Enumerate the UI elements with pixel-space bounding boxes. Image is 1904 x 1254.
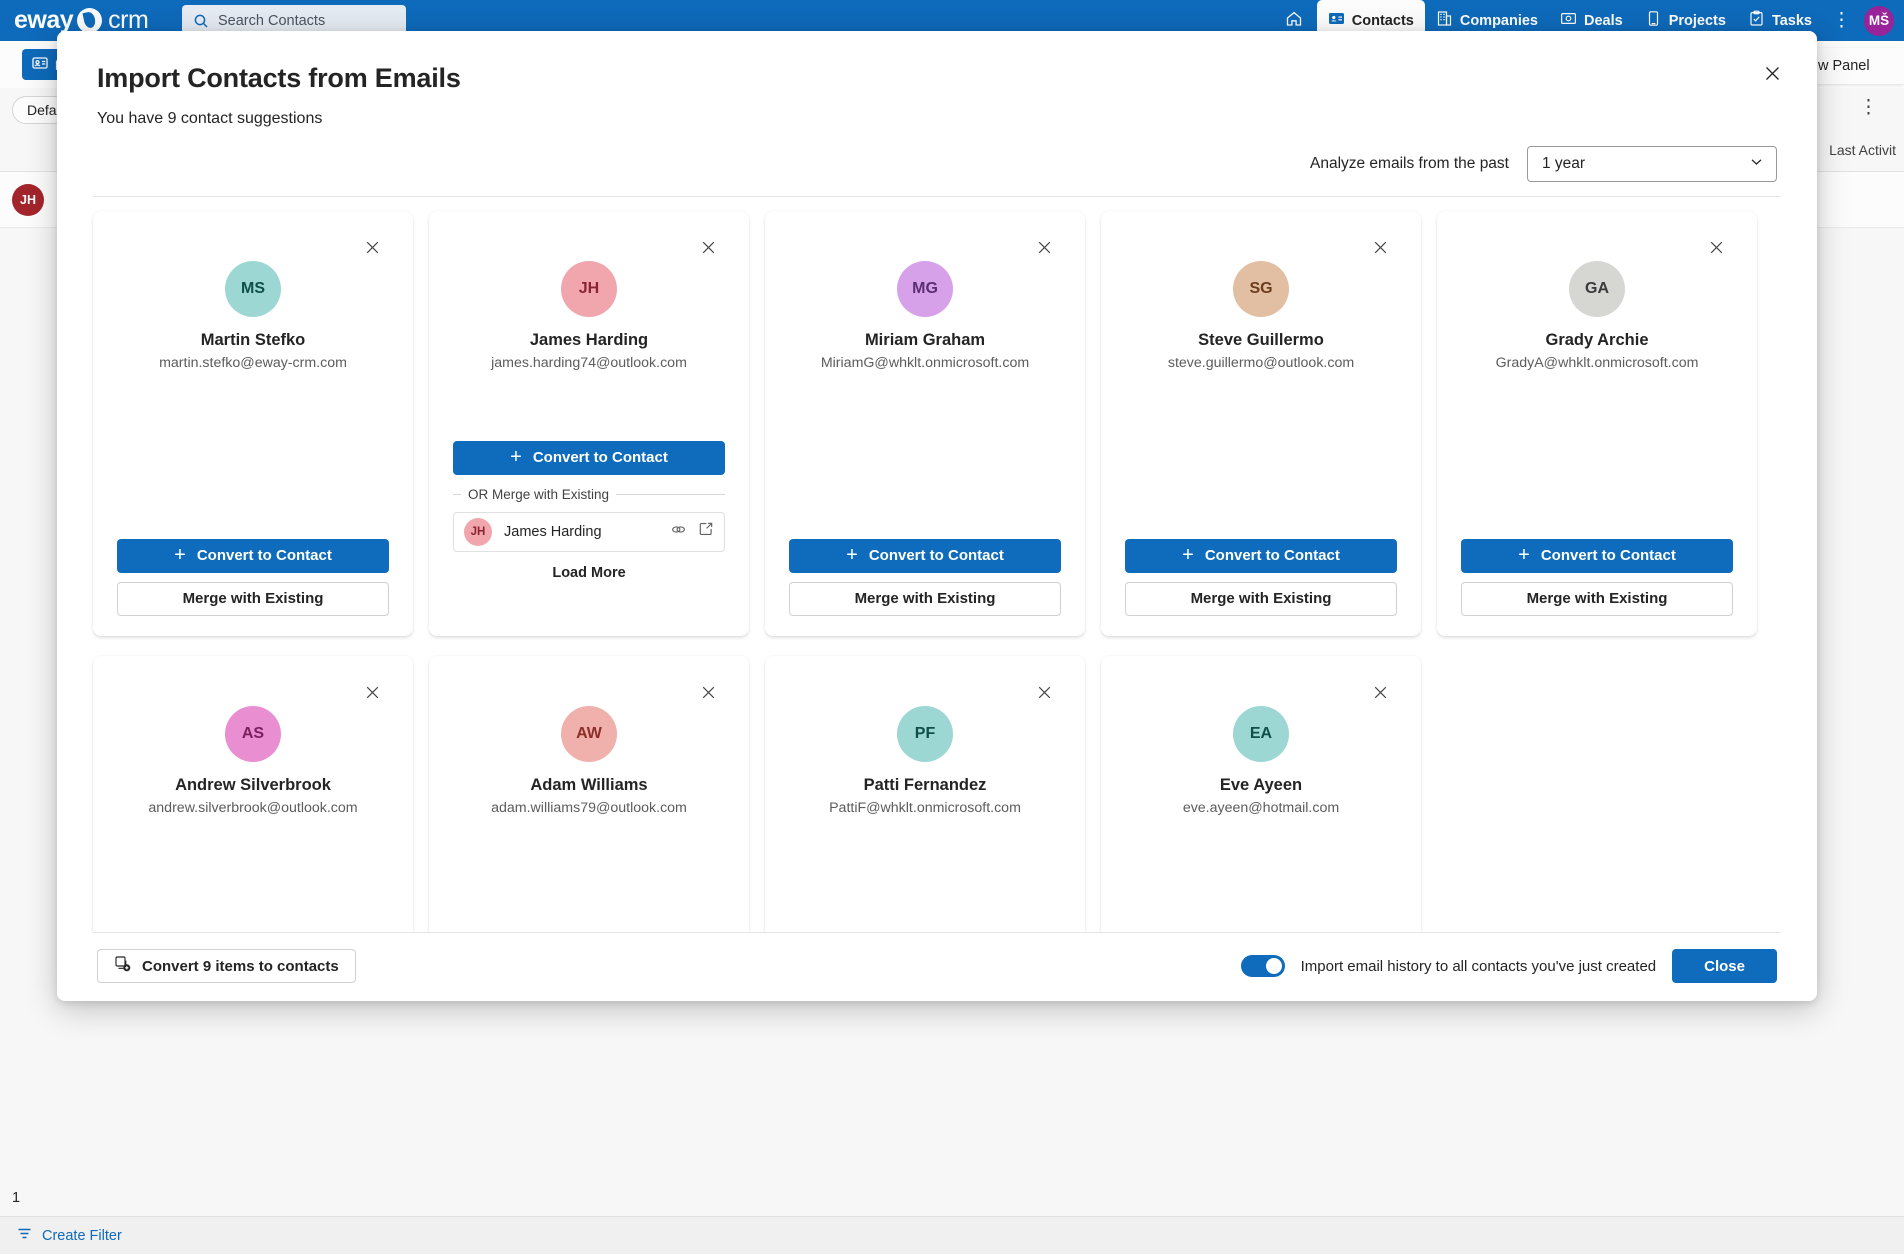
dialog-subtitle: You have 9 contact suggestions [97,110,323,127]
avatar: EA [1233,705,1289,762]
contact-suggestion-card: MG Miriam Graham MiriamG@whklt.onmicroso… [765,210,1085,636]
merge-with-existing-button[interactable]: Merge with Existing [1125,581,1397,616]
dismiss-suggestion-icon[interactable] [697,237,719,259]
contact-email: andrew.silverbrook@outlook.com [148,799,358,816]
import-contacts-dialog: Import Contacts from Emails You have 9 c… [57,31,1817,1001]
merge-with-existing-button[interactable]: Merge with Existing [117,581,389,616]
plus-icon: + [1182,543,1194,566]
plus-icon: + [174,543,186,566]
analyze-period-row: Analyze emails from the past 1 year [57,128,1817,182]
analyze-period-select[interactable]: 1 year [1527,146,1777,182]
contact-suggestion-card: MS Martin Stefko martin.stefko@eway-crm.… [93,210,413,636]
dismiss-suggestion-icon[interactable] [1369,237,1391,259]
contact-email: GradyA@whklt.onmicrosoft.com [1495,354,1699,371]
convert-to-contact-label: Convert to Contact [1204,547,1340,565]
convert-all-button[interactable]: Convert 9 items to contacts [97,949,356,983]
avatar: AW [561,705,617,762]
link-icon[interactable] [670,521,687,543]
dismiss-suggestion-icon[interactable] [1033,682,1055,704]
merge-candidate-name: James Harding [504,523,602,540]
contact-name: Patti Fernandez [863,775,987,794]
dismiss-suggestion-icon[interactable] [1705,237,1727,259]
convert-to-contact-label: Convert to Contact [532,449,668,467]
merge-with-existing-button[interactable]: Merge with Existing [1461,581,1733,616]
close-icon[interactable] [1755,56,1789,90]
avatar: PF [897,705,953,762]
dismiss-suggestion-icon[interactable] [361,237,383,259]
contact-name: Miriam Graham [864,330,986,349]
contact-email: steve.guillermo@outlook.com [1167,354,1355,371]
dialog-header: Import Contacts from Emails You have 9 c… [57,31,1817,128]
contact-suggestion-card: SG Steve Guillermo steve.guillermo@outlo… [1101,210,1421,636]
plus-icon: + [510,445,522,468]
avatar: AS [225,705,281,762]
merge-candidate-actions [670,521,714,543]
footer-right-group: Import email history to all contacts you… [1240,949,1777,983]
page-title: Import Contacts from Emails [97,63,461,93]
contact-name: Martin Stefko [200,330,306,349]
merge-legend-label: OR Merge with Existing [468,486,610,502]
suggestions-scroll-area[interactable]: MS Martin Stefko martin.stefko@eway-crm.… [57,196,1817,932]
legend-line-right [616,493,725,495]
merge-with-existing-button[interactable]: Merge with Existing [789,581,1061,616]
import-email-history-toggle[interactable] [1240,955,1285,977]
analyze-period-value: 1 year [1542,155,1586,172]
import-email-history-label: Import email history to all contacts you… [1300,957,1657,975]
dismiss-suggestion-icon[interactable] [1369,682,1391,704]
dismiss-suggestion-icon[interactable] [697,682,719,704]
contact-email: adam.williams79@outlook.com [491,799,687,816]
avatar: MS [225,260,281,317]
plus-icon: + [1518,543,1530,566]
contact-name: Steve Guillermo [1198,330,1324,349]
plus-icon: + [846,543,858,566]
contact-name: Adam Williams [530,775,648,794]
convert-to-contact-label: Convert to Contact [1540,547,1676,565]
contact-suggestion-card: AW Adam Williams adam.williams79@outlook… [429,655,749,932]
contact-suggestion-card: EA Eve Ayeen eve.ayeen@hotmail.com +Conv… [1101,655,1421,932]
convert-to-contact-button[interactable]: + Convert to Contact [1125,538,1397,573]
open-in-new-window-icon[interactable] [698,521,714,542]
avatar: JH [464,517,492,546]
contact-name: Eve Ayeen [1219,775,1303,794]
avatar: JH [561,260,617,317]
contact-suggestion-card: GA Grady Archie GradyA@whklt.onmicrosoft… [1437,210,1757,636]
convert-to-contact-button[interactable]: + Convert to Contact [789,538,1061,573]
contact-suggestion-card: JH James Harding james.harding74@outlook… [429,210,749,636]
contact-name: Andrew Silverbrook [175,775,331,794]
contact-name: Grady Archie [1545,330,1649,349]
convert-all-icon [114,955,132,977]
merge-section-legend: OR Merge with Existing [453,487,725,502]
avatar: SG [1233,260,1289,317]
legend-line-left [453,493,461,495]
avatar: GA [1569,260,1625,317]
contact-email: martin.stefko@eway-crm.com [159,354,347,371]
convert-to-contact-label: Convert to Contact [868,547,1004,565]
close-button[interactable]: Close [1672,949,1777,983]
chevron-down-icon [1749,154,1764,174]
dismiss-suggestion-icon[interactable] [1033,237,1055,259]
convert-all-label: Convert 9 items to contacts [142,957,339,975]
dismiss-suggestion-icon[interactable] [361,682,383,704]
contact-email: MiriamG@whklt.onmicrosoft.com [820,354,1030,371]
contact-name: James Harding [529,330,649,349]
load-more-button[interactable]: Load More [453,565,725,581]
contact-suggestion-card: AS Andrew Silverbrook andrew.silverbrook… [93,655,413,932]
dialog-footer: Convert 9 items to contacts Import email… [93,932,1781,1001]
convert-to-contact-button[interactable]: + Convert to Contact [117,538,389,573]
contact-suggestion-card: PF Patti Fernandez PattiF@whklt.onmicros… [765,655,1085,932]
merge-candidate-row[interactable]: JH James Harding [453,511,725,552]
contact-email: james.harding74@outlook.com [491,354,687,371]
avatar: MG [897,260,953,317]
convert-to-contact-label: Convert to Contact [196,547,332,565]
suggestions-grid: MS Martin Stefko martin.stefko@eway-crm.… [93,210,1781,932]
analyze-period-label: Analyze emails from the past [1309,155,1509,172]
contact-email: PattiF@whklt.onmicrosoft.com [829,799,1021,816]
convert-to-contact-button[interactable]: + Convert to Contact [453,440,725,475]
contact-email: eve.ayeen@hotmail.com [1182,799,1340,816]
convert-to-contact-button[interactable]: + Convert to Contact [1461,538,1733,573]
